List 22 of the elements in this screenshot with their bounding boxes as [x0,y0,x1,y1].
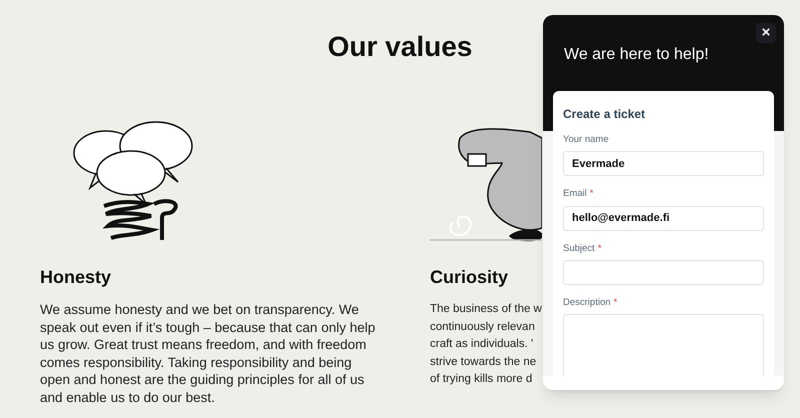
page-title: Our values [328,30,472,64]
widget-title: We are here to help! [564,45,709,65]
close-button[interactable]: × [756,23,776,43]
field-label: Description [563,296,611,310]
required-mark: * [590,187,594,202]
input-field[interactable] [563,260,764,285]
required-mark: * [614,296,618,310]
input-field[interactable]: Evermade [563,151,764,176]
input-field[interactable]: hello@evermade.fi [563,206,764,230]
value-description: The business of the w [430,302,542,317]
value-description: strive towards the ne [430,354,536,370]
value-description: We assume honesty and we bet on transparency. We speak out even if it’s tough – because that can only help us grow. Great trust means freedom, and with freedom comes responsibility. Taking responsibility and being open and honest are the guiding principles for all of us and enable us to do our best. [40,301,376,406]
value-heading: Curiosity [430,266,510,289]
value-description: craft as individuals. ' [430,337,534,352]
field-label: Email [563,187,587,202]
field-label: Your name [563,133,609,147]
field-label: Subject [563,242,595,256]
value-description: continuously relevan [430,320,535,334]
form-title: Create a ticket [563,106,646,123]
value-description: of trying kills more d [430,372,532,387]
value-heading: Honesty [40,266,112,289]
required-mark: * [598,242,602,256]
